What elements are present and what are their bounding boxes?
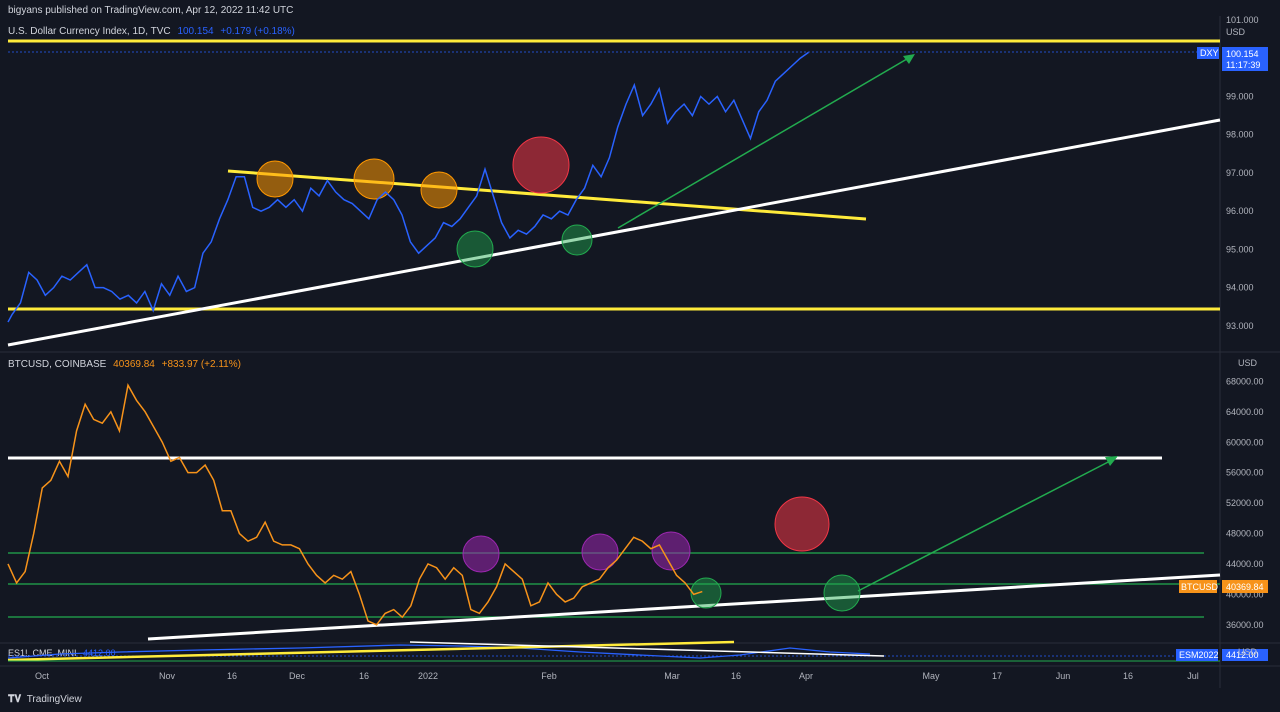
- dxy-y-tick: 98.000: [1226, 130, 1254, 140]
- btc-y-tick: 64000.00: [1226, 407, 1264, 417]
- dxy-bottom-circle-1: [456, 230, 494, 268]
- time-axis-label: 16: [1123, 671, 1133, 681]
- dxy-top-circle-2: [353, 158, 395, 200]
- dxy-top-circle-1: [256, 160, 294, 198]
- btc-y-tick: 36000.00: [1226, 620, 1264, 630]
- time-axis-label: 16: [359, 671, 369, 681]
- dxy-symbol-badge-text: DXY: [1200, 48, 1219, 58]
- btc-y-tick: 60000.00: [1226, 437, 1264, 447]
- dxy-y-tick: 93.000: [1226, 321, 1254, 331]
- dxy-top-circle-3: [420, 171, 458, 209]
- es-symbol-badge-text: ESM2022: [1179, 650, 1219, 660]
- es-currency-label: USD: [1238, 647, 1258, 657]
- time-axis-label: 16: [227, 671, 237, 681]
- btc-top-circle-1: [462, 535, 500, 573]
- dxy-y-tick: 94.000: [1226, 283, 1254, 293]
- time-axis-label: Mar: [664, 671, 680, 681]
- time-axis-label: 2022: [418, 671, 438, 681]
- btc-y-tick: 68000.00: [1226, 376, 1264, 386]
- dxy-currency-label: USD: [1226, 27, 1246, 37]
- btc-y-tick: 56000.00: [1226, 468, 1264, 478]
- btc-peak-circle: [774, 496, 830, 552]
- btc-arrow-head: [1105, 456, 1118, 466]
- btc-bottom-circle-2: [823, 574, 861, 612]
- time-axis-label: Dec: [289, 671, 306, 681]
- dxy-y-tick: 95.000: [1226, 244, 1254, 254]
- btc-currency-label: USD: [1238, 358, 1258, 368]
- chart-canvas[interactable]: 101.000 99.000 98.000 97.000 96.000 95.000 94.…: [0, 0, 1280, 712]
- dxy-y-tick: 97.000: [1226, 168, 1254, 178]
- time-axis-label: 17: [992, 671, 1002, 681]
- dxy-y-tick: 96.000: [1226, 206, 1254, 216]
- btc-price-series: [7, 383, 703, 626]
- btc-y-tick: 44000.00: [1226, 559, 1264, 569]
- tradingview-logo-icon: 𝐓𝐕: [8, 694, 22, 705]
- time-axis-label: May: [922, 671, 940, 681]
- dxy-projection-arrow: [617, 55, 913, 229]
- dxy-y-tick: 99.000: [1226, 91, 1254, 101]
- dxy-time-badge-text: 11:17:39: [1226, 60, 1260, 70]
- dxy-y-tick: 101.000: [1226, 15, 1259, 25]
- time-axis-label: Jun: [1056, 671, 1071, 681]
- btc-y-tick: 48000.00: [1226, 529, 1264, 539]
- btc-symbol-badge-text: BTCUSD: [1181, 582, 1219, 592]
- dxy-price-badge-text: 100.154: [1226, 49, 1259, 59]
- dxy-peak-circle: [512, 136, 570, 194]
- time-axis-label: Feb: [541, 671, 557, 681]
- dxy-ascending-trendline: [7, 118, 1221, 347]
- time-axis-label: Jul: [1187, 671, 1199, 681]
- time-axis-label: 16: [731, 671, 741, 681]
- time-axis-label: Oct: [35, 671, 50, 681]
- dxy-bottom-circle-2: [561, 224, 593, 256]
- time-axis-label: Nov: [159, 671, 176, 681]
- time-axis-label: Apr: [799, 671, 813, 681]
- btc-price-badge-text: 40369.84: [1226, 582, 1264, 592]
- footer-brand: TradingView: [26, 694, 82, 705]
- es-yellow-trendline: [7, 640, 735, 662]
- btc-y-tick: 52000.00: [1226, 498, 1264, 508]
- dxy-arrow-head: [903, 54, 915, 64]
- footer: 𝐓𝐕 TradingView: [0, 688, 1280, 712]
- btc-projection-arrow: [857, 458, 1115, 592]
